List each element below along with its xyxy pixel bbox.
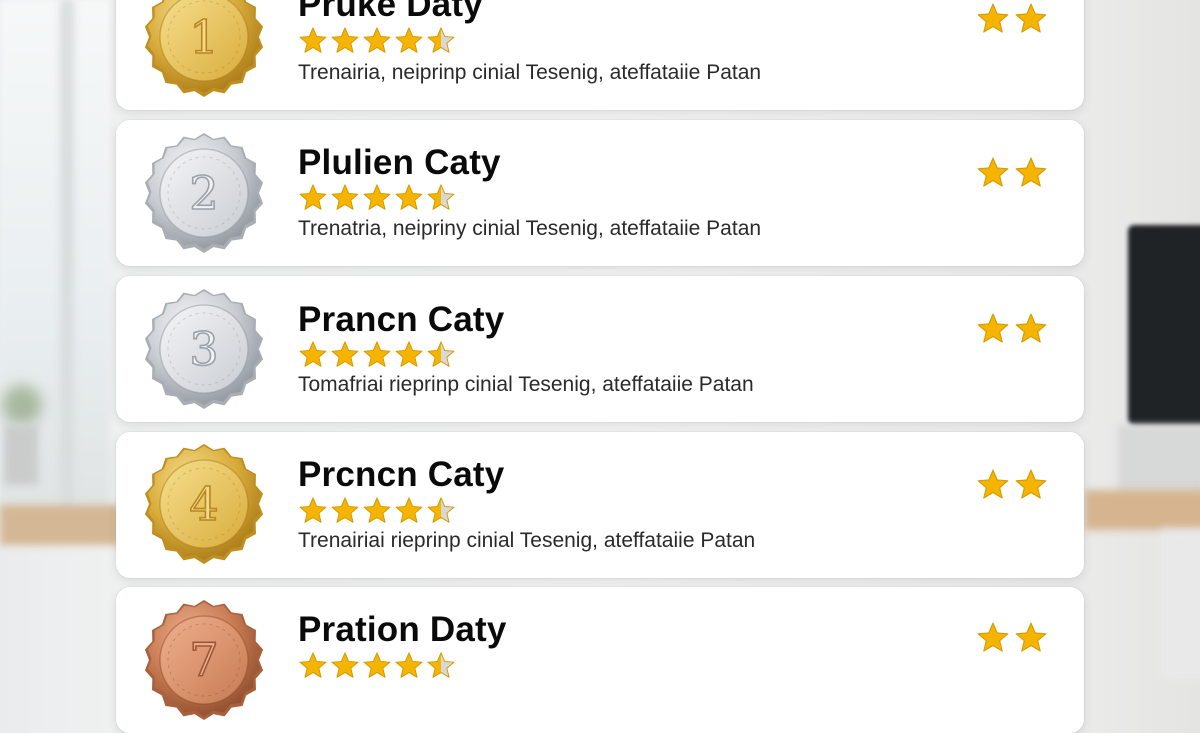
list-item[interactable]: 1 Pruke Daty Trenairia, neiprinp cinial … [116, 0, 1084, 110]
favorite-star-icon [1015, 469, 1047, 499]
star-full-icon [363, 341, 391, 367]
star-full-icon [395, 27, 423, 53]
item-title: Plulien Caty [298, 143, 501, 182]
star-full-icon [395, 497, 423, 523]
favorite-star-icon [977, 313, 1009, 343]
item-description: Trenatria, neipriny cinial Tesenig, atef… [298, 217, 762, 240]
star-full-icon [331, 184, 359, 210]
star-full-icon [363, 184, 391, 210]
item-description: Trenairiai rieprinp cinial Tesenig, atef… [298, 529, 756, 552]
list-item[interactable]: 7 Pration Daty [116, 587, 1084, 733]
star-rating [298, 183, 456, 211]
list-item[interactable]: 2 Plulien Caty Trenatria, neipriny cinia… [116, 120, 1084, 266]
bronze-medal-icon: 7 [142, 598, 266, 722]
medal-rank-number: 4 [189, 477, 218, 531]
medal-rank-number: 3 [189, 322, 218, 376]
list-item[interactable]: 4 Prcncn Caty Trenairiai rieprinp cinial… [116, 432, 1084, 578]
favorite-star-icon [1015, 313, 1047, 343]
favorite-stars[interactable] [976, 468, 1048, 500]
favorite-stars[interactable] [976, 312, 1048, 344]
star-rating [298, 340, 456, 368]
star-full-icon [331, 497, 359, 523]
star-half-icon [427, 497, 455, 523]
star-full-icon [299, 341, 327, 367]
gold-medal-icon: 1 [142, 0, 266, 99]
favorite-star-icon [1015, 3, 1047, 33]
favorite-star-icon [1015, 157, 1047, 187]
gold-medal-icon: 4 [142, 442, 266, 566]
star-full-icon [395, 184, 423, 210]
star-half-icon [427, 341, 455, 367]
star-half-icon [427, 27, 455, 53]
silver-medal-icon: 2 [142, 131, 266, 255]
star-full-icon [299, 497, 327, 523]
star-full-icon [331, 341, 359, 367]
silver-medal-icon: 3 [142, 287, 266, 411]
item-title: Prcncn Caty [298, 455, 505, 494]
star-full-icon [299, 184, 327, 210]
favorite-star-icon [977, 469, 1009, 499]
favorite-stars[interactable] [976, 156, 1048, 188]
favorite-star-icon [1015, 622, 1047, 652]
favorite-star-icon [977, 157, 1009, 187]
list-item[interactable]: 3 Prancn Caty Tomafriai rieprinp cinial … [116, 276, 1084, 422]
star-full-icon [395, 341, 423, 367]
item-title: Pruke Daty [298, 0, 483, 24]
star-full-icon [363, 27, 391, 53]
medal-rank-number: 1 [189, 10, 218, 64]
star-rating [298, 26, 456, 54]
favorite-star-icon [977, 3, 1009, 33]
ranking-list: 1 Pruke Daty Trenairia, neiprinp cinial … [0, 0, 1200, 733]
medal-rank-number: 2 [189, 166, 218, 220]
medal-rank-number: 7 [189, 633, 218, 687]
star-full-icon [363, 497, 391, 523]
favorite-stars[interactable] [976, 621, 1048, 653]
favorite-stars[interactable] [976, 2, 1048, 34]
star-full-icon [331, 27, 359, 53]
star-full-icon [299, 27, 327, 53]
star-half-icon [427, 184, 455, 210]
item-description: Trenairia, neiprinp cinial Tesenig, atef… [298, 61, 762, 84]
item-title: Pration Daty [298, 610, 507, 649]
star-rating [298, 496, 456, 524]
favorite-star-icon [977, 622, 1009, 652]
item-title: Prancn Caty [298, 300, 505, 339]
item-description: Tomafriai rieprinp cinial Tesenig, ateff… [298, 373, 754, 396]
